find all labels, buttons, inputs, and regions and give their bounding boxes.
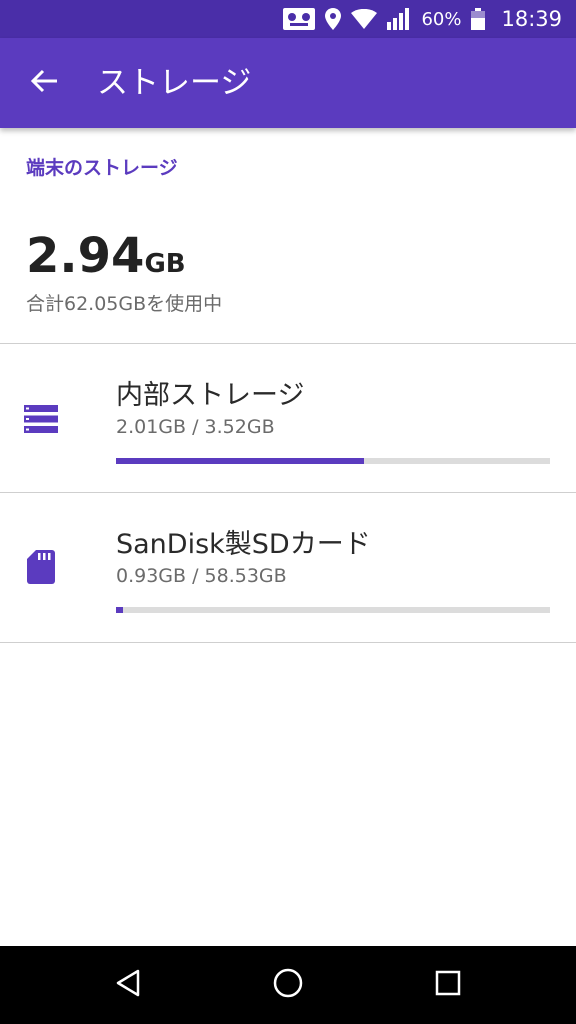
nav-home-button[interactable] — [264, 962, 312, 1008]
location-icon — [325, 8, 342, 30]
battery-percent: 60% — [421, 8, 462, 30]
section-label-device-storage: 端末のストレージ — [26, 157, 178, 179]
storage-item-title: SanDisk製SDカード — [116, 529, 371, 560]
total-usage-text: 合計62.05GBを使用中 — [26, 293, 223, 315]
used-storage-value: 2.94 — [26, 228, 145, 284]
sd-card-icon — [24, 550, 58, 584]
storage-item-sdcard[interactable]: SanDisk製SDカード 0.93GB / 58.53GB — [0, 493, 576, 641]
nav-home-icon — [273, 968, 303, 1002]
status-bar: 60% 18:39 — [0, 0, 576, 38]
page-title: ストレージ — [97, 65, 252, 101]
used-storage-summary: 2.94GB — [26, 226, 186, 297]
storage-progress-fill — [116, 458, 364, 464]
back-button[interactable] — [20, 59, 68, 107]
storage-item-title: 内部ストレージ — [116, 380, 305, 411]
battery-icon — [471, 8, 486, 30]
status-clock: 18:39 — [501, 7, 562, 31]
signal-icon — [387, 8, 411, 30]
storage-progress-fill — [116, 607, 123, 613]
app-bar: ストレージ — [0, 38, 576, 128]
nav-recents-icon — [435, 970, 461, 1000]
nav-recents-button[interactable] — [424, 962, 472, 1008]
navigation-bar — [0, 946, 576, 1024]
arrow-back-icon — [30, 69, 57, 97]
status-icons: 60% 18:39 — [283, 0, 562, 38]
storage-item-usage: 0.93GB / 58.53GB — [116, 565, 287, 587]
storage-progress-track — [116, 607, 550, 613]
divider — [0, 642, 576, 643]
storage-progress-track — [116, 458, 550, 464]
nav-back-icon — [115, 969, 141, 1001]
nav-back-button[interactable] — [104, 962, 152, 1008]
storage-item-usage: 2.01GB / 3.52GB — [116, 416, 275, 438]
wifi-icon — [351, 9, 378, 29]
internal-storage-icon — [24, 402, 58, 436]
used-storage-unit: GB — [144, 249, 186, 279]
storage-item-internal[interactable]: 内部ストレージ 2.01GB / 3.52GB — [0, 344, 576, 492]
voicemail-icon — [283, 8, 316, 30]
